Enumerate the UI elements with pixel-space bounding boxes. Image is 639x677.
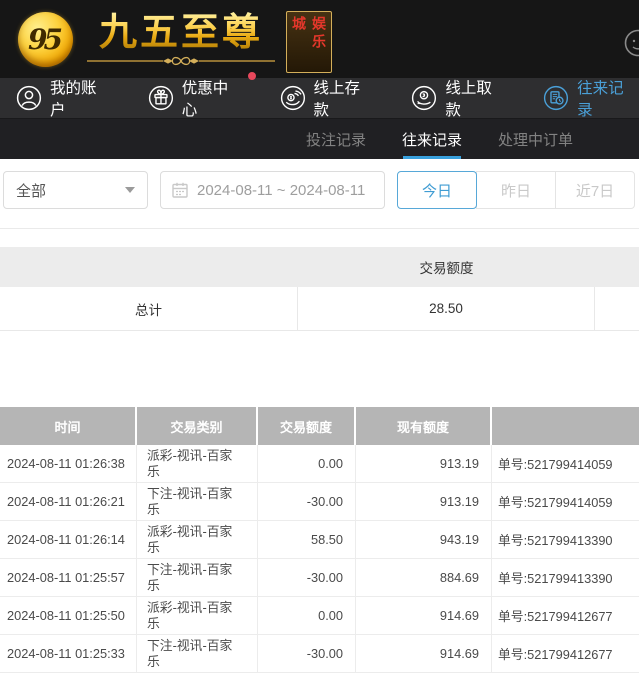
brand-name: 九五至尊	[99, 11, 263, 53]
table-header-row: 时间 交易类别 交易额度 现有额度	[0, 407, 639, 445]
brand-logo[interactable]: 95 九五至尊 娱乐城	[18, 5, 332, 73]
cell-amount: -30.00	[258, 635, 356, 672]
cell-time: 2024-08-11 01:25:33	[0, 635, 137, 672]
summary-table: 交易额度 总计 28.50	[0, 247, 639, 331]
cell-order: 单号:521799414059	[492, 483, 639, 520]
cell-category: 下注-视讯-百家乐	[137, 635, 258, 672]
cell-time: 2024-08-11 01:26:14	[0, 521, 137, 558]
nav-item-online-withdrawal[interactable]: 线上取款	[411, 76, 507, 120]
withdraw-icon	[411, 85, 437, 111]
calendar-icon	[171, 181, 189, 199]
column-header-amount: 交易额度	[258, 407, 356, 445]
nav-item-transaction-records[interactable]: 往来记录	[543, 76, 639, 120]
cell-time: 2024-08-11 01:26:21	[0, 483, 137, 520]
flourish-ornament-icon	[83, 54, 279, 68]
table-row: 2024-08-11 01:26:38 派彩-视讯-百家乐 0.00 913.1…	[0, 445, 639, 483]
main-nav: 我的账户 优惠中心 线上存款	[0, 78, 639, 118]
brand-monogram: 95	[28, 23, 59, 56]
date-range-value: 2024-08-11 ~ 2024-08-11	[197, 182, 365, 199]
table-row: 2024-08-11 01:25:50 派彩-视讯-百家乐 0.00 914.6…	[0, 597, 639, 635]
user-icon	[16, 85, 42, 111]
nav-item-label: 线上存款	[314, 76, 376, 120]
cell-category: 派彩-视讯-百家乐	[137, 521, 258, 558]
page: 95 九五至尊 娱乐城	[0, 0, 639, 677]
cell-amount: 0.00	[258, 597, 356, 634]
cell-order: 单号:521799412677	[492, 597, 639, 634]
cell-category: 派彩-视讯-百家乐	[137, 597, 258, 634]
chevron-down-icon	[125, 187, 135, 193]
column-header-order	[492, 407, 639, 445]
records-icon	[543, 85, 569, 111]
type-select[interactable]: 全部	[3, 171, 148, 209]
record-tab-bar: 投注记录 往来记录 处理中订单	[0, 118, 639, 159]
today-button[interactable]: 今日	[397, 171, 477, 209]
summary-header-amount: 交易额度	[298, 257, 595, 277]
nav-item-label: 我的账户	[50, 76, 112, 120]
deposit-icon	[280, 85, 306, 111]
column-header-balance: 现有额度	[356, 407, 492, 445]
transactions-table: 时间 交易类别 交易额度 现有额度 2024-08-11 01:26:38 派彩…	[0, 407, 639, 673]
summary-total-label: 总计	[0, 287, 298, 330]
cell-order: 单号:521799414059	[492, 445, 639, 482]
column-header-time: 时间	[0, 407, 137, 445]
brand-monogram-icon: 95	[18, 12, 73, 67]
cell-category: 下注-视讯-百家乐	[137, 483, 258, 520]
cell-balance: 913.19	[356, 445, 492, 482]
cell-category: 下注-视讯-百家乐	[137, 559, 258, 596]
cell-amount: -30.00	[258, 559, 356, 596]
quick-date-buttons: 今日 昨日 近7日	[397, 171, 635, 209]
cell-category: 派彩-视讯-百家乐	[137, 445, 258, 482]
cell-order: 单号:521799412677	[492, 635, 639, 672]
nav-item-my-account[interactable]: 我的账户	[16, 76, 112, 120]
summary-total-value: 28.50	[298, 287, 595, 330]
cell-balance: 884.69	[356, 559, 492, 596]
cell-time: 2024-08-11 01:26:38	[0, 445, 137, 482]
cell-balance: 913.19	[356, 483, 492, 520]
service-icon[interactable]	[623, 28, 639, 58]
table-row: 2024-08-11 01:26:14 派彩-视讯-百家乐 58.50 943.…	[0, 521, 639, 559]
cell-amount: -30.00	[258, 483, 356, 520]
notification-dot	[248, 72, 256, 80]
nav-item-label: 往来记录	[577, 76, 639, 120]
table-row: 2024-08-11 01:26:21 下注-视讯-百家乐 -30.00 913…	[0, 483, 639, 521]
summary-empty-cell	[595, 287, 639, 330]
type-select-value: 全部	[16, 180, 46, 201]
tab-label: 往来记录	[402, 129, 462, 150]
site-header: 95 九五至尊 娱乐城	[0, 0, 639, 78]
cell-balance: 914.69	[356, 635, 492, 672]
tab-transaction-records[interactable]: 往来记录	[402, 119, 462, 159]
nav-item-label: 线上取款	[445, 76, 507, 120]
date-range-input[interactable]: 2024-08-11 ~ 2024-08-11	[160, 171, 385, 209]
cell-order: 单号:521799413390	[492, 559, 639, 596]
cell-amount: 58.50	[258, 521, 356, 558]
section-divider	[0, 228, 639, 229]
summary-total-row: 总计 28.50	[0, 287, 639, 331]
last7days-button[interactable]: 近7日	[555, 171, 635, 209]
cell-balance: 914.69	[356, 597, 492, 634]
nav-item-promotions[interactable]: 优惠中心	[148, 76, 244, 120]
cell-balance: 943.19	[356, 521, 492, 558]
summary-header-row: 交易额度	[0, 247, 639, 287]
tab-label: 处理中订单	[498, 129, 573, 150]
table-row: 2024-08-11 01:25:57 下注-视讯-百家乐 -30.00 884…	[0, 559, 639, 597]
nav-item-label: 优惠中心	[182, 76, 244, 120]
cell-order: 单号:521799413390	[492, 521, 639, 558]
cell-amount: 0.00	[258, 445, 356, 482]
brand-badge: 娱乐城	[286, 11, 332, 73]
filter-bar: 全部 2024-08-11 ~ 2024-08-11 今日 昨日 近7日	[0, 159, 639, 228]
column-header-category: 交易类别	[137, 407, 258, 445]
gift-icon	[148, 85, 174, 111]
tab-label: 投注记录	[306, 129, 366, 150]
tab-bet-records[interactable]: 投注记录	[306, 119, 366, 159]
yesterday-button[interactable]: 昨日	[476, 171, 556, 209]
table-row: 2024-08-11 01:25:33 下注-视讯-百家乐 -30.00 914…	[0, 635, 639, 673]
cell-time: 2024-08-11 01:25:57	[0, 559, 137, 596]
cell-time: 2024-08-11 01:25:50	[0, 597, 137, 634]
tab-processing-orders[interactable]: 处理中订单	[498, 119, 573, 159]
nav-item-online-deposit[interactable]: 线上存款	[280, 76, 376, 120]
